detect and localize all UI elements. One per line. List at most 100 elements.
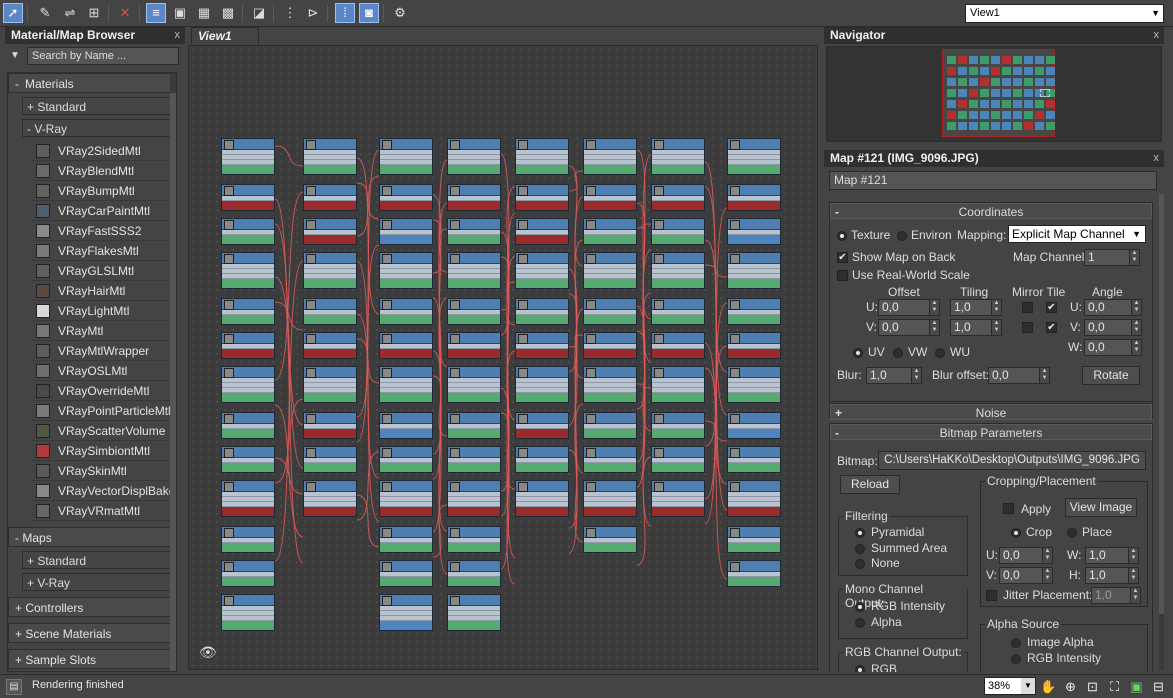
spinner-arrows-icon[interactable]: ▲ ▼ — [1131, 320, 1141, 335]
material-node[interactable] — [303, 366, 357, 403]
material-node[interactable] — [379, 218, 433, 245]
material-node[interactable] — [303, 184, 357, 211]
binoculars-icon[interactable]: 👁 — [199, 644, 217, 661]
spinner-arrows-icon[interactable]: ▲ ▼ — [929, 320, 939, 335]
material-node[interactable] — [221, 446, 275, 473]
material-item[interactable]: VRayGLSLMtl — [32, 261, 176, 281]
material-node[interactable] — [379, 298, 433, 325]
material-node[interactable] — [303, 218, 357, 245]
group-maps[interactable]: - Maps — [8, 527, 176, 547]
rgb-radio[interactable] — [855, 665, 865, 672]
material-item[interactable]: VRayBlendMtl — [32, 161, 176, 181]
material-node[interactable] — [583, 184, 637, 211]
material-node[interactable] — [379, 526, 433, 553]
material-node[interactable] — [447, 412, 501, 439]
material-node[interactable] — [727, 298, 781, 325]
layout-children-icon[interactable]: ⊳ — [303, 3, 323, 23]
navigator-minimap[interactable] — [942, 49, 1055, 137]
material-item[interactable]: VRayOverrideMtl — [32, 381, 176, 401]
material-node[interactable] — [221, 412, 275, 439]
spinner-arrows-icon[interactable]: ▲ ▼ — [1042, 548, 1052, 563]
use-real-world-checkbox[interactable] — [837, 270, 848, 281]
spinner-arrows-icon[interactable]: ▲ ▼ — [1128, 548, 1138, 563]
spinner-arrows-icon[interactable]: ▲ ▼ — [1131, 340, 1141, 355]
material-node[interactable] — [447, 446, 501, 473]
apply-checkbox[interactable] — [1003, 503, 1014, 514]
material-node[interactable] — [651, 480, 705, 517]
subgroup-vray[interactable]: - V-Ray — [22, 119, 176, 137]
zoom-dropdown[interactable]: 38% ▼ — [984, 677, 1036, 695]
group-scene-materials[interactable]: + Scene Materials — [8, 623, 176, 643]
v-mirror-checkbox[interactable] — [1022, 322, 1033, 333]
select-by-material-icon[interactable]: ⚙ — [390, 3, 410, 23]
material-node[interactable] — [221, 480, 275, 517]
material-node[interactable] — [379, 138, 433, 175]
u-offset-spinner[interactable]: 0,0 ▲ ▼ — [878, 299, 940, 316]
material-node[interactable] — [447, 298, 501, 325]
material-node[interactable] — [583, 218, 637, 245]
map-channel-spinner[interactable]: 1 ▲ ▼ — [1084, 249, 1140, 266]
material-node[interactable] — [221, 218, 275, 245]
material-item[interactable]: VRayVectorDisplBake — [32, 481, 176, 501]
select-tool-icon[interactable]: ➚ — [3, 3, 23, 23]
jitter-placement-checkbox[interactable] — [986, 590, 997, 601]
spinner-arrows-icon[interactable]: ▲ ▼ — [1128, 568, 1138, 583]
material-node[interactable] — [515, 298, 569, 325]
material-node[interactable] — [447, 184, 501, 211]
material-item[interactable]: VRayMtlWrapper — [32, 341, 176, 361]
material-node[interactable] — [515, 184, 569, 211]
material-node[interactable] — [727, 332, 781, 359]
zoom-extents-selected-icon[interactable]: ▣ — [1128, 678, 1145, 695]
material-node[interactable] — [221, 560, 275, 587]
material-node[interactable] — [727, 138, 781, 175]
rgb-intensity-radio[interactable] — [855, 602, 865, 612]
u-angle-spinner[interactable]: 0,0 ▲ ▼ — [1084, 299, 1142, 316]
pyramidal-radio[interactable] — [855, 528, 865, 538]
material-node[interactable] — [379, 332, 433, 359]
material-node[interactable] — [221, 526, 275, 553]
blur-spinner[interactable]: 1,0 ▲ ▼ — [866, 367, 922, 384]
crop-v-spinner[interactable]: 0,0 ▲ ▼ — [999, 567, 1053, 584]
scrollbar-thumb[interactable] — [170, 93, 176, 671]
hide-unused-icon[interactable]: ▣ — [170, 3, 190, 23]
material-node[interactable] — [651, 332, 705, 359]
material-node[interactable] — [303, 138, 357, 175]
v-tile-checkbox[interactable]: ✔ — [1046, 322, 1057, 333]
show-end-result-icon[interactable]: ◪ — [249, 3, 269, 23]
material-node[interactable] — [727, 446, 781, 473]
maximize-icon[interactable]: ⊟ — [1150, 678, 1167, 695]
material-item[interactable]: VRayCarPaintMtl — [32, 201, 176, 221]
show-map-on-back-checkbox[interactable]: ✔ — [837, 252, 848, 263]
material-node[interactable] — [515, 252, 569, 289]
show-map-icon[interactable]: ▦ — [194, 3, 214, 23]
material-node[interactable] — [651, 298, 705, 325]
material-node[interactable] — [379, 594, 433, 631]
material-node[interactable] — [727, 218, 781, 245]
crop-w-spinner[interactable]: 1,0 ▲ ▼ — [1085, 547, 1139, 564]
material-node[interactable] — [447, 480, 501, 517]
coordinates-header[interactable]: - Coordinates — [830, 203, 1152, 219]
environ-radio[interactable] — [897, 231, 907, 241]
material-node[interactable] — [583, 480, 637, 517]
material-node[interactable] — [379, 560, 433, 587]
material-node[interactable] — [379, 446, 433, 473]
material-node[interactable] — [379, 184, 433, 211]
bitmap-parameters-header[interactable]: - Bitmap Parameters — [830, 424, 1152, 440]
summed-area-radio[interactable] — [855, 544, 865, 554]
material-node[interactable] — [515, 366, 569, 403]
material-node[interactable] — [221, 184, 275, 211]
material-node[interactable] — [651, 184, 705, 211]
move-children-icon[interactable]: ≡ — [146, 3, 166, 23]
rotate-button[interactable]: Rotate — [1082, 366, 1140, 385]
reload-button[interactable]: Reload — [840, 475, 900, 494]
material-node[interactable] — [515, 412, 569, 439]
u-tiling-spinner[interactable]: 1,0 ▲ ▼ — [950, 299, 1002, 316]
material-node[interactable] — [447, 218, 501, 245]
spinner-arrows-icon[interactable]: ▲ ▼ — [911, 368, 921, 383]
crop-u-spinner[interactable]: 0,0 ▲ ▼ — [999, 547, 1053, 564]
material-node[interactable] — [515, 138, 569, 175]
options-dropdown-icon[interactable]: ▼ — [10, 50, 20, 61]
close-icon[interactable]: x — [1154, 150, 1160, 167]
material-node[interactable] — [583, 138, 637, 175]
maps-subgroup-vray[interactable]: + V-Ray — [22, 573, 176, 591]
